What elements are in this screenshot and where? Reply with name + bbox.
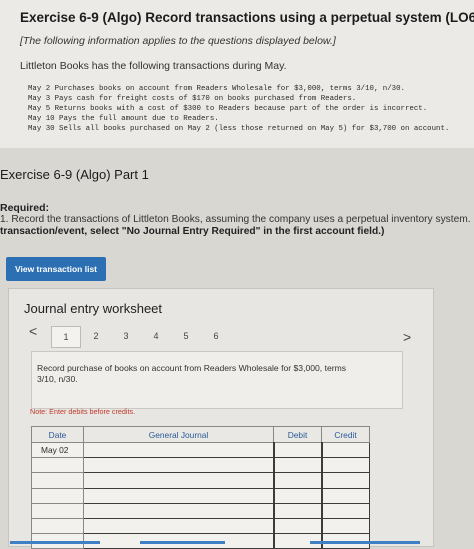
- date-cell[interactable]: [31, 517, 84, 535]
- required-line-1: 1. Record the transactions of Littleton …: [0, 214, 471, 225]
- table-row: [31, 502, 370, 519]
- applies-note: [The following information applies to th…: [20, 35, 336, 47]
- debit-field[interactable]: [272, 517, 322, 535]
- date-cell[interactable]: [31, 472, 84, 489]
- debit-field[interactable]: [272, 472, 322, 489]
- chevron-right-icon[interactable]: >: [403, 329, 411, 345]
- debit-field[interactable]: [272, 457, 322, 474]
- date-cell[interactable]: [31, 457, 84, 474]
- date-column-header: Date: [31, 426, 84, 443]
- transaction-item: May 2 Purchases books on account from Re…: [28, 85, 405, 93]
- transaction-list: May 2 Purchases books on account from Re…: [28, 84, 449, 134]
- debit-field[interactable]: [272, 502, 322, 519]
- journal-entry-worksheet: Journal entry worksheet < 1 2 3 4 5 6 > …: [8, 288, 434, 549]
- credit-field[interactable]: [320, 502, 370, 519]
- general-journal-field[interactable]: [83, 487, 274, 504]
- scroll-indicator: [140, 541, 225, 544]
- problem-statement-panel: Exercise 6-9 (Algo) Record transactions …: [0, 0, 474, 148]
- table-row: [31, 487, 370, 504]
- credit-field[interactable]: [320, 457, 370, 474]
- transaction-item: May 10 Pays the full amount due to Reade…: [28, 115, 219, 123]
- debit-field[interactable]: [272, 441, 322, 459]
- required-label: Required:: [0, 202, 50, 214]
- table-row: [31, 517, 370, 535]
- scroll-indicator: [10, 541, 100, 544]
- table-row: [31, 457, 370, 474]
- credit-field[interactable]: [320, 441, 370, 459]
- credit-column-header: Credit: [321, 426, 370, 443]
- scroll-indicator: [310, 541, 420, 544]
- view-transaction-list-button[interactable]: View transaction list: [6, 257, 106, 281]
- intro-text: Littleton Books has the following transa…: [20, 60, 287, 72]
- credit-field[interactable]: [320, 472, 370, 489]
- general-journal-field[interactable]: [83, 517, 274, 535]
- general-journal-field[interactable]: [83, 502, 274, 519]
- tab-4[interactable]: 4: [141, 326, 171, 346]
- table-row: May 02: [31, 441, 370, 459]
- date-cell[interactable]: May 02: [31, 441, 84, 459]
- general-journal-column-header: General Journal: [83, 426, 274, 443]
- tab-2[interactable]: 2: [81, 326, 111, 346]
- transaction-item: May 3 Pays cash for freight costs of $17…: [28, 95, 357, 103]
- general-journal-field[interactable]: [83, 441, 274, 459]
- journal-body: May 02: [31, 441, 370, 549]
- credit-field[interactable]: [320, 517, 370, 535]
- general-journal-field[interactable]: [83, 472, 274, 489]
- entry-description: Record purchase of books on account from…: [37, 363, 347, 384]
- tab-1[interactable]: 1: [51, 326, 81, 348]
- table-row: [31, 472, 370, 489]
- general-journal-field[interactable]: [83, 457, 274, 474]
- tab-5[interactable]: 5: [171, 326, 201, 346]
- transaction-item: May 5 Returns books with a cost of $300 …: [28, 105, 428, 113]
- date-cell[interactable]: [31, 502, 84, 519]
- credit-field[interactable]: [320, 487, 370, 504]
- debit-column-header: Debit: [273, 426, 322, 443]
- required-line-2: transaction/event, select "No Journal En…: [0, 226, 385, 237]
- tab-3[interactable]: 3: [111, 326, 141, 346]
- chevron-left-icon[interactable]: <: [29, 323, 37, 339]
- exercise-title: Exercise 6-9 (Algo) Record transactions …: [20, 10, 474, 25]
- tab-6[interactable]: 6: [201, 326, 231, 346]
- date-cell[interactable]: [31, 487, 84, 504]
- transaction-item: May 30 Sells all books purchased on May …: [28, 125, 450, 133]
- debit-field[interactable]: [272, 487, 322, 504]
- required-instructions: 1. Record the transactions of Littleton …: [0, 214, 474, 238]
- entry-description-box: Record purchase of books on account from…: [31, 351, 403, 409]
- part-title: Exercise 6-9 (Algo) Part 1: [0, 167, 149, 182]
- journal-header-row: Date General Journal Debit Credit: [31, 426, 370, 443]
- worksheet-tabs: 1 2 3 4 5 6: [51, 326, 231, 348]
- debit-credit-note: Note: Enter debits before credits.: [30, 407, 136, 416]
- worksheet-title: Journal entry worksheet: [24, 301, 163, 316]
- journal-table: Date General Journal Debit Credit May 02: [31, 426, 370, 549]
